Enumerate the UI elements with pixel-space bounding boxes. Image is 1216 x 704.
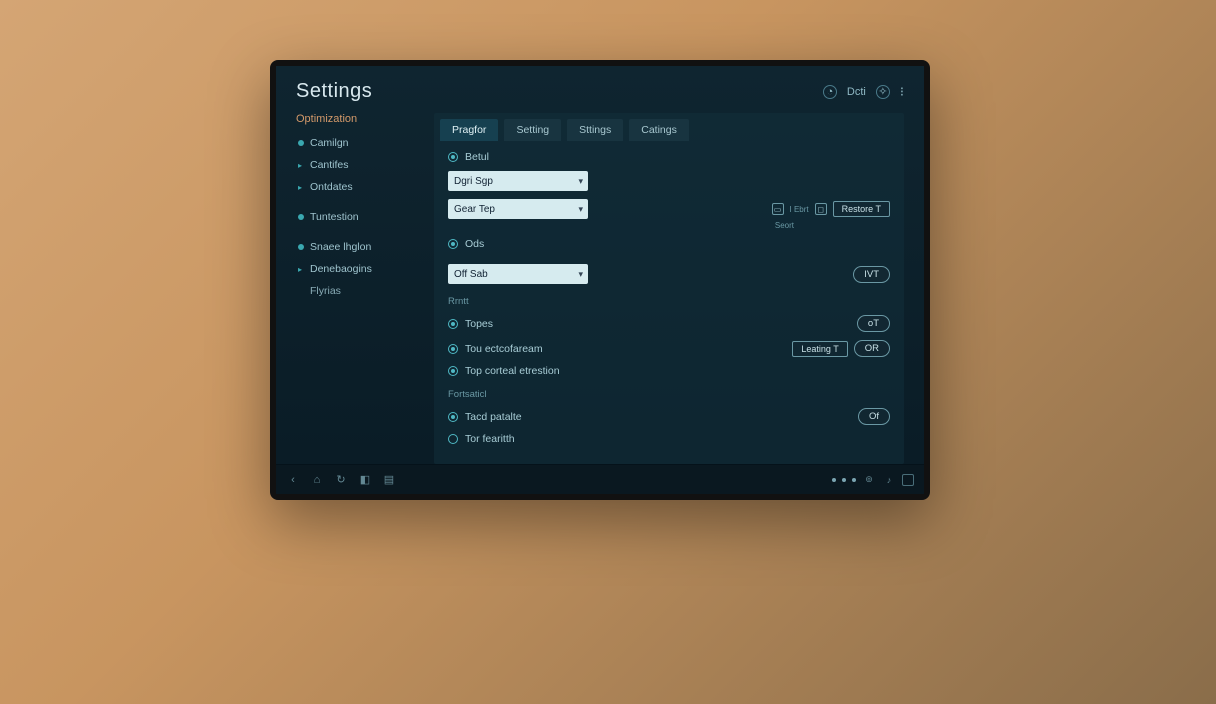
radio-icon [448,434,458,444]
check-option-4[interactable]: Tacd patalte [448,411,522,423]
toggle-ivt[interactable]: IVT [853,266,890,283]
dot-icon [298,140,304,146]
screen: Settings ◔ Dсti ✧ ⁝ Optimization Camilgn… [276,66,924,464]
main-panel: Pragfor Setting Sttings Catings Betul Dg… [434,113,904,464]
check-option-5[interactable]: Tor fearitth [448,433,890,445]
sidebar-heading: Optimization [296,113,416,125]
sidebar-item-label: Tuntestion [310,211,359,223]
header-actions: ◔ Dсti ✧ ⁝ [823,84,904,100]
radio-icon [448,412,458,422]
files-icon[interactable]: ▤ [382,473,396,487]
select-1[interactable]: Dgri Sgp [448,171,588,191]
tabs: Pragfor Setting Sttings Catings [434,113,904,141]
chevron-right-icon: ▸ [298,265,304,274]
restore-button[interactable]: Restore T [833,201,890,217]
sidebar-item-6[interactable]: Flyrias [296,281,416,301]
sidebar-item-label: Cantifes [310,159,349,171]
meta-label-1: I Ebrt [790,205,809,214]
tab-0[interactable]: Pragfor [440,119,498,141]
tray-dot [842,478,846,482]
radio-label: Ods [465,238,484,250]
sidebar-item-0[interactable]: Camilgn [296,133,416,153]
radio-icon [448,366,458,376]
select-value: Dgri Sgp [454,176,493,187]
sidebar-item-2[interactable]: ▸ Ontdates [296,177,416,197]
preview-icon[interactable]: ▭ [772,203,784,215]
section-label-2: Rrntt [448,296,890,307]
sidebar-item-3[interactable]: Tuntestion [296,207,416,227]
sidebar-item-label: Denebaogins [310,263,372,275]
wifi-icon[interactable]: ⊚ [862,473,876,487]
chevron-right-icon: ▸ [298,183,304,192]
sidebar-item-5[interactable]: ▸ Denebaogins [296,259,416,279]
dot-icon [298,214,304,220]
check-option-2[interactable]: Tou ectcofaream [448,343,543,355]
sound-icon[interactable]: ♪ [882,473,896,487]
user-label: Dсti [847,86,866,98]
sidebar-item-4[interactable]: Snaee lhglon [296,237,416,257]
check-label: Topes [465,318,493,330]
check-option-1[interactable]: Topes [448,318,493,330]
toggle-ot[interactable]: oT [857,315,890,332]
meta-label-2: Seort [775,221,794,230]
tray-icon[interactable] [902,474,914,486]
radio-icon [448,239,458,249]
radio-icon [448,344,458,354]
body: Optimization Camilgn ▸ Cantifes ▸ Ontdat… [296,113,904,464]
toggle-of[interactable]: Of [858,408,890,425]
radio-option-1[interactable]: Betul [448,151,890,163]
notification-icon[interactable]: ✧ [876,85,890,99]
form: Betul Dgri Sgp Gear Tep ▭ I Ebrt [434,141,904,464]
sidebar: Optimization Camilgn ▸ Cantifes ▸ Ontdat… [296,113,416,464]
monitor-frame: Settings ◔ Dсti ✧ ⁝ Optimization Camilgn… [270,60,930,500]
page-title: Settings [296,80,372,103]
tab-3[interactable]: Catings [629,119,689,141]
sidebar-item-label: Flyrias [310,285,341,297]
home-icon[interactable]: ⌂ [310,473,324,487]
radio-option-2[interactable]: Ods [448,238,890,250]
window-icon[interactable]: ◻ [815,203,827,215]
app-icon[interactable]: ◧ [358,473,372,487]
tray-dot [832,478,836,482]
refresh-icon[interactable]: ↻ [334,473,348,487]
tray-dot [852,478,856,482]
check-label: Tacd patalte [465,411,522,423]
clock-icon[interactable]: ◔ [823,85,837,99]
radio-label: Betul [465,151,489,163]
tab-1[interactable]: Setting [504,119,561,141]
chevron-right-icon: ▸ [298,161,304,170]
taskbar: ‹ ⌂ ↻ ◧ ▤ ⊚ ♪ [276,464,924,494]
sidebar-item-label: Camilgn [310,137,349,149]
select-3[interactable]: Off Sab [448,264,588,284]
toggle-or[interactable]: OR [854,340,890,357]
tab-2[interactable]: Sttings [567,119,623,141]
leating-button[interactable]: Leating T [792,341,847,357]
check-label: Tou ectcofaream [465,343,543,355]
check-option-3[interactable]: Top corteal etrestion [448,365,890,377]
radio-icon [448,319,458,329]
sidebar-item-1[interactable]: ▸ Cantifes [296,155,416,175]
check-label: Top corteal etrestion [465,365,560,377]
sidebar-item-label: Snaee lhglon [310,241,371,253]
select-2[interactable]: Gear Tep [448,199,588,219]
section-label-3: Fortsaticl [448,389,890,400]
dot-icon [298,244,304,250]
check-label: Tor fearitth [465,433,515,445]
radio-icon [448,152,458,162]
more-icon[interactable]: ⁝ [900,84,904,100]
select-value: Off Sab [454,269,488,280]
back-icon[interactable]: ‹ [286,473,300,487]
select-value: Gear Tep [454,204,495,215]
header: Settings ◔ Dсti ✧ ⁝ [296,80,904,103]
sidebar-item-label: Ontdates [310,181,353,193]
